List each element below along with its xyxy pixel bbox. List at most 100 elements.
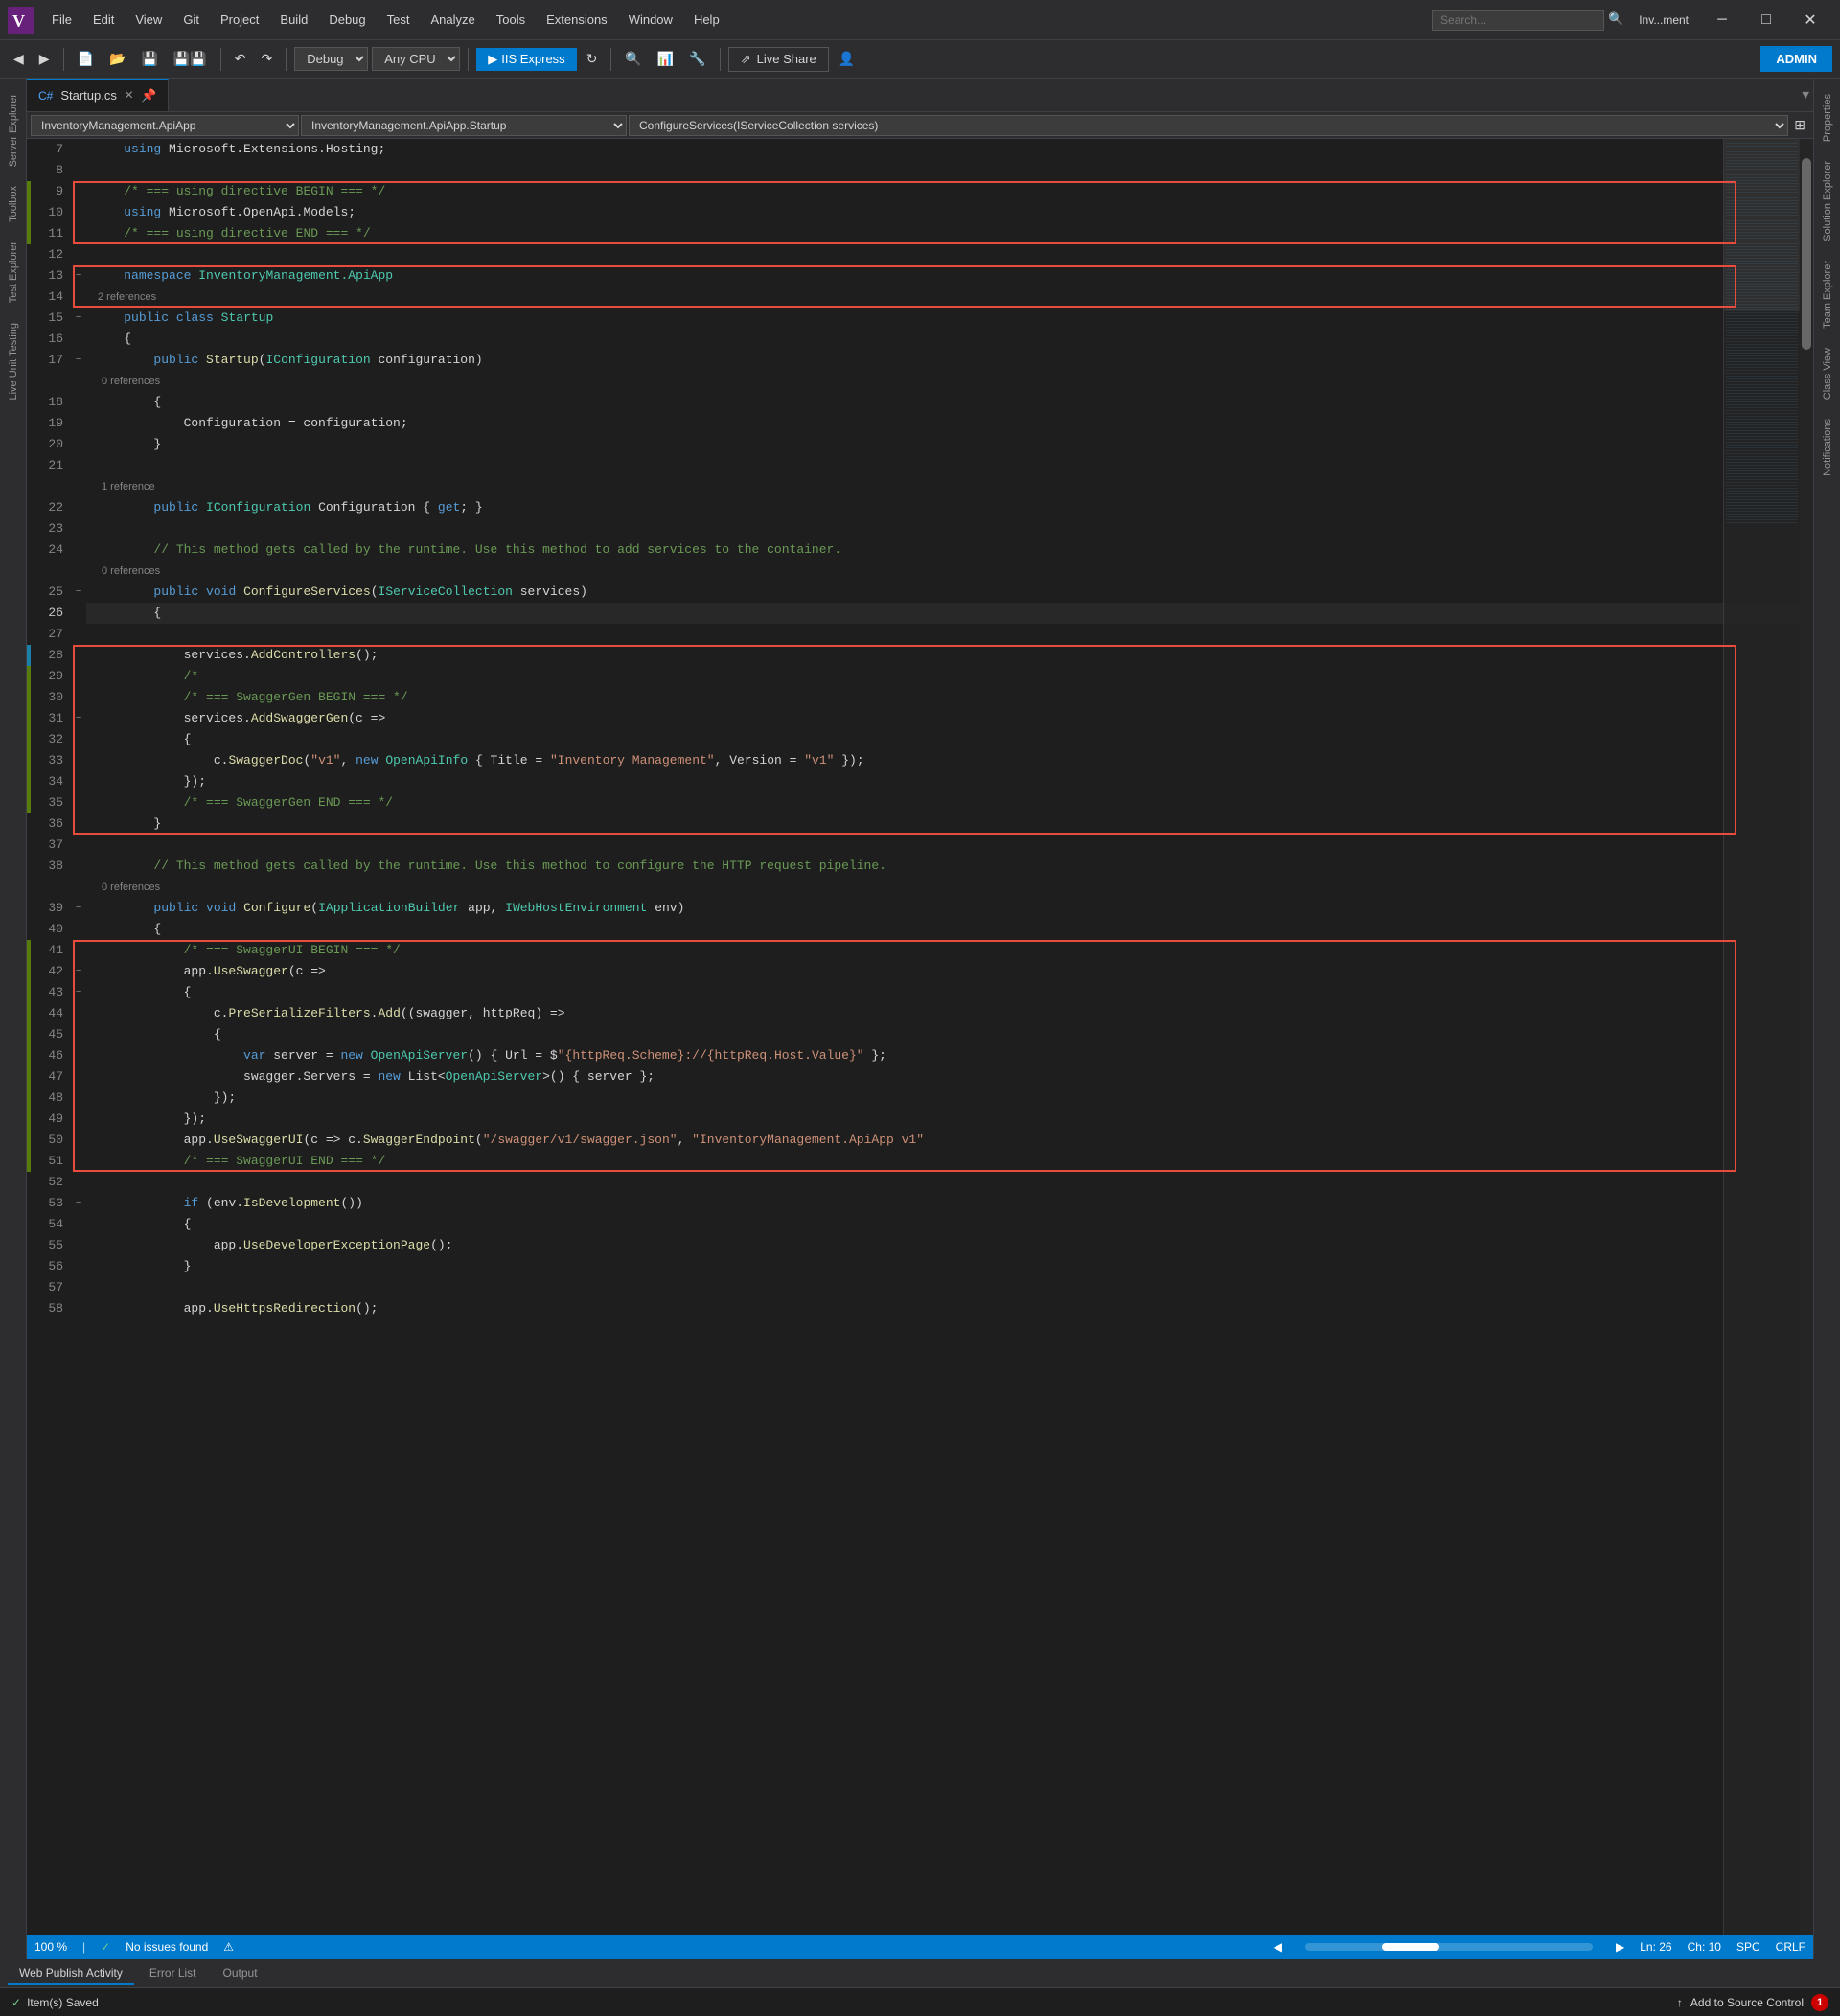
collapse-44[interactable]: [71, 1003, 86, 1024]
collapse-28[interactable]: [71, 645, 86, 666]
menu-project[interactable]: Project: [211, 9, 268, 31]
collapse-16[interactable]: [71, 329, 86, 350]
class-dropdown[interactable]: InventoryManagement.ApiApp.Startup: [301, 115, 627, 136]
h-scroll-thumb[interactable]: [1382, 1943, 1439, 1951]
collapse-32[interactable]: [71, 729, 86, 750]
sidebar-tab-notifications[interactable]: Notifications: [1818, 411, 1837, 484]
save-button[interactable]: 💾: [135, 47, 163, 71]
forward-button[interactable]: ▶: [34, 47, 56, 71]
menu-build[interactable]: Build: [270, 9, 317, 31]
sidebar-tab-test-explorer[interactable]: Test Explorer: [4, 234, 23, 310]
collapse-36[interactable]: [71, 813, 86, 835]
collapse-39[interactable]: −: [71, 898, 86, 919]
menu-extensions[interactable]: Extensions: [537, 9, 617, 31]
collapse-21[interactable]: [71, 455, 86, 476]
menu-edit[interactable]: Edit: [83, 9, 124, 31]
collapse-15[interactable]: −: [71, 308, 86, 329]
scroll-left-button[interactable]: ◀: [1274, 1940, 1282, 1954]
collapse-7[interactable]: [71, 139, 86, 160]
collapse-8[interactable]: [71, 160, 86, 181]
collapse-49[interactable]: [71, 1109, 86, 1130]
collapse-9[interactable]: [71, 181, 86, 202]
collapse-47[interactable]: [71, 1066, 86, 1088]
collapse-33[interactable]: [71, 750, 86, 771]
close-button[interactable]: ✕: [1788, 5, 1832, 35]
nav-split-button[interactable]: ⊞: [1790, 115, 1809, 135]
new-file-button[interactable]: 📄: [72, 47, 100, 71]
sidebar-tab-properties[interactable]: Properties: [1818, 86, 1837, 149]
menu-help[interactable]: Help: [684, 9, 729, 31]
tab-close-button[interactable]: ×: [125, 87, 133, 104]
vertical-scrollbar[interactable]: [1800, 139, 1813, 1935]
collapse-31[interactable]: −: [71, 708, 86, 729]
debug-mode-dropdown[interactable]: Debug: [294, 47, 368, 71]
menu-analyze[interactable]: Analyze: [421, 9, 484, 31]
collapse-18[interactable]: [71, 392, 86, 413]
title-search-input[interactable]: [1432, 10, 1604, 31]
tab-overflow-button[interactable]: ▼: [1798, 79, 1813, 111]
source-control-label[interactable]: Add to Source Control: [1690, 1996, 1804, 2009]
collapse-20[interactable]: [71, 434, 86, 455]
sidebar-tab-solution-explorer[interactable]: Solution Explorer: [1818, 153, 1837, 249]
collapse-46[interactable]: [71, 1045, 86, 1066]
menu-git[interactable]: Git: [173, 9, 209, 31]
collapse-17[interactable]: −: [71, 350, 86, 371]
sidebar-tab-live-unit[interactable]: Live Unit Testing: [4, 315, 23, 408]
sidebar-tab-server-explorer[interactable]: Server Explorer: [4, 86, 23, 174]
menu-file[interactable]: File: [42, 9, 81, 31]
minimize-button[interactable]: ─: [1700, 5, 1744, 35]
menu-window[interactable]: Window: [619, 9, 682, 31]
menu-debug[interactable]: Debug: [319, 9, 375, 31]
tab-startup-cs[interactable]: C# Startup.cs × 📌: [27, 79, 169, 111]
collapse-29[interactable]: [71, 666, 86, 687]
collapse-57[interactable]: [71, 1277, 86, 1298]
back-button[interactable]: ◀: [8, 47, 30, 71]
collapse-43[interactable]: −: [71, 982, 86, 1003]
collapse-51[interactable]: [71, 1151, 86, 1172]
collapse-14[interactable]: [71, 286, 86, 308]
sidebar-tab-class-view[interactable]: Class View: [1818, 340, 1837, 407]
collapse-23[interactable]: [71, 518, 86, 539]
collapse-58[interactable]: [71, 1298, 86, 1319]
collapse-13[interactable]: −: [71, 265, 86, 286]
collapse-54[interactable]: [71, 1214, 86, 1235]
namespace-dropdown[interactable]: InventoryManagement.ApiApp: [31, 115, 299, 136]
collapse-45[interactable]: [71, 1024, 86, 1045]
collapse-24[interactable]: [71, 539, 86, 561]
collapse-12[interactable]: [71, 244, 86, 265]
run-button[interactable]: ▶ IIS Express: [476, 48, 576, 71]
menu-test[interactable]: Test: [378, 9, 420, 31]
diagnostic-button[interactable]: 🔧: [683, 47, 711, 71]
performance-button[interactable]: 📊: [652, 47, 679, 71]
collapse-25[interactable]: −: [71, 582, 86, 603]
collapse-11[interactable]: [71, 223, 86, 244]
collapse-56[interactable]: [71, 1256, 86, 1277]
menu-tools[interactable]: Tools: [487, 9, 535, 31]
redo-button[interactable]: ↷: [255, 47, 278, 71]
collapse-42[interactable]: −: [71, 961, 86, 982]
collapse-41[interactable]: [71, 940, 86, 961]
refresh-button[interactable]: ↻: [581, 47, 604, 71]
horizontal-scrollbar[interactable]: [1305, 1943, 1593, 1951]
code-content-area[interactable]: 7 using Microsoft.Extensions.Hosting; 8: [27, 139, 1813, 1935]
menu-view[interactable]: View: [126, 9, 172, 31]
save-all-button[interactable]: 💾💾: [168, 47, 213, 71]
collapse-34[interactable]: [71, 771, 86, 792]
code-editor[interactable]: 7 using Microsoft.Extensions.Hosting; 8: [27, 139, 1813, 1935]
collapse-55[interactable]: [71, 1235, 86, 1256]
zoom-level[interactable]: 100 %: [34, 1940, 67, 1954]
collapse-19[interactable]: [71, 413, 86, 434]
method-dropdown[interactable]: ConfigureServices(IServiceCollection ser…: [629, 115, 1788, 136]
collapse-37[interactable]: [71, 835, 86, 856]
collapse-10[interactable]: [71, 202, 86, 223]
collapse-30[interactable]: [71, 687, 86, 708]
collapse-52[interactable]: [71, 1172, 86, 1193]
collapse-26[interactable]: [71, 603, 86, 624]
search-toolbar-button[interactable]: 🔍: [619, 47, 647, 71]
scroll-thumb[interactable]: [1802, 158, 1811, 350]
tab-error-list[interactable]: Error List: [138, 1962, 208, 1985]
collapse-22[interactable]: [71, 497, 86, 518]
collapse-38[interactable]: [71, 856, 86, 877]
collapse-50[interactable]: [71, 1130, 86, 1151]
profile-button[interactable]: 👤: [833, 47, 861, 71]
